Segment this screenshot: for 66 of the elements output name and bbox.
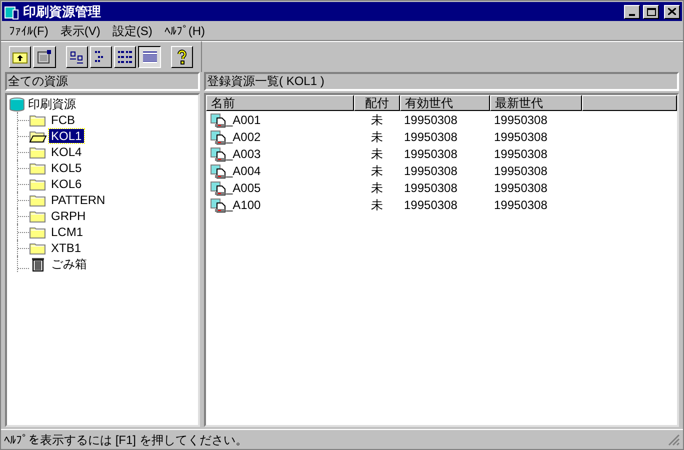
table-cell-text: 未 (371, 146, 383, 162)
printer-document-icon (210, 180, 226, 196)
pane-header: 登録資源一覧( KOL1 ) (204, 72, 679, 91)
column-header[interactable]: 配付 (354, 95, 400, 111)
large-icons-icon (68, 49, 85, 65)
table-cell-text: 19950308 (494, 128, 548, 146)
table-cell-text: 19950308 (494, 196, 548, 214)
table-cell-text: 未 (371, 112, 383, 128)
table-cell-text: 19950308 (404, 112, 458, 128)
table-cell-text: 未 (371, 162, 383, 180)
tree-item[interactable]: KOL6 (49, 177, 84, 191)
table-cell-text: _A001 (226, 112, 261, 128)
document-icon (36, 49, 52, 65)
status-text: ﾍﾙﾌﾟを表示するには [F1] を押してください。 (4, 432, 248, 448)
window-title: 印刷資源管理 (23, 2, 102, 21)
menu-item[interactable]: 表示(V) (60, 22, 100, 40)
printer-document-icon (210, 146, 226, 162)
table-cell-text: 19950308 (404, 180, 458, 196)
table-cell-text: 19950308 (494, 180, 548, 196)
menu-item[interactable]: ﾌｧｲﾙ(F) (9, 22, 48, 40)
tree-item[interactable]: XTB1 (49, 241, 84, 255)
resize-grip-icon (668, 434, 680, 446)
minimize-button[interactable] (624, 4, 640, 18)
maximize-button[interactable] (643, 4, 659, 18)
tree-item[interactable]: 印刷資源 (28, 95, 76, 113)
details-view-icon (142, 49, 158, 65)
table-cell-text: 未 (371, 128, 383, 146)
menu-item[interactable]: ﾍﾙﾌﾟ(H) (164, 22, 205, 40)
tree-item[interactable]: KOL5 (49, 161, 84, 175)
column-header[interactable]: 有効世代 (400, 95, 490, 111)
table-cell-text: 未 (371, 180, 383, 196)
list-view-icon (117, 49, 134, 65)
table-cell-text: _A004 (226, 162, 261, 180)
trash-icon (29, 256, 47, 272)
table-cell-text: _A003 (226, 146, 261, 162)
tree-item[interactable]: FCB (49, 113, 77, 127)
table-cell-text: 19950308 (404, 146, 458, 162)
tree-item[interactable]: LCM1 (49, 225, 86, 239)
close-icon (668, 8, 676, 15)
minimize-icon (629, 14, 635, 16)
table-cell-text: 19950308 (404, 162, 458, 180)
table-cell-text: 19950308 (404, 128, 458, 146)
menu-item[interactable]: 設定(S) (112, 22, 152, 40)
printer-document-icon (210, 112, 226, 128)
pane-header: 全ての資源 (5, 72, 200, 91)
tree-item[interactable]: KOL1 (49, 129, 84, 143)
printer-document-icon (210, 196, 226, 212)
table-cell-text: _A005 (226, 180, 261, 196)
column-header[interactable]: 名前 (206, 95, 354, 111)
close-button[interactable] (664, 4, 680, 18)
printer-document-icon (210, 162, 226, 178)
tree-item[interactable]: PATTERN (49, 193, 108, 207)
table-cell-text: 19950308 (404, 196, 458, 214)
table-cell-text: 未 (371, 196, 383, 214)
printer-document-icon (210, 128, 226, 144)
table-cell-text: _A100 (226, 196, 261, 214)
table-cell-text: 19950308 (494, 146, 548, 162)
column-header[interactable]: 最新世代 (490, 95, 582, 111)
maximize-icon (646, 8, 656, 16)
tree-item[interactable]: KOL4 (49, 145, 84, 159)
table-cell-text: 19950308 (494, 112, 548, 128)
table-cell-text: _A002 (226, 128, 261, 146)
table-cell-text: 19950308 (494, 162, 548, 180)
tree-item[interactable]: GRPH (49, 209, 88, 223)
toolbar-button[interactable] (138, 46, 161, 68)
tree-item[interactable]: ごみ箱 (49, 257, 89, 271)
